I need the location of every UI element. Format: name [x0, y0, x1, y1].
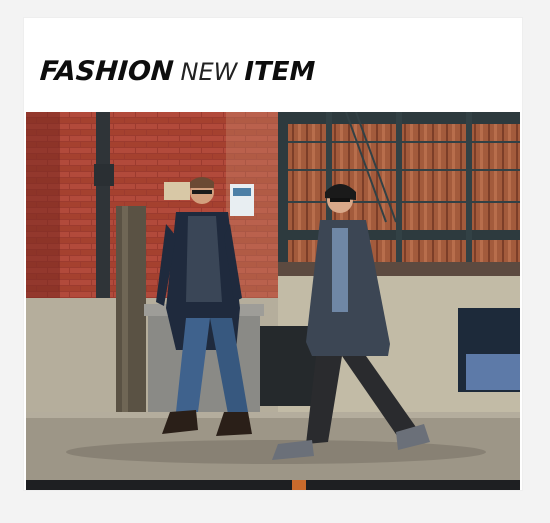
title-word-item: ITEM	[244, 57, 316, 87]
banner-photo[interactable]	[26, 112, 520, 490]
banner-card[interactable]: FASHION NEW ITEM	[24, 18, 522, 490]
title-word-new: NEW	[180, 58, 238, 86]
title-word-fashion: FASHION	[38, 56, 175, 87]
street-photo-image	[26, 112, 520, 490]
next-image-accent	[292, 480, 306, 490]
banner-title: FASHION NEW ITEM	[38, 56, 316, 90]
next-image-strip	[26, 480, 520, 490]
